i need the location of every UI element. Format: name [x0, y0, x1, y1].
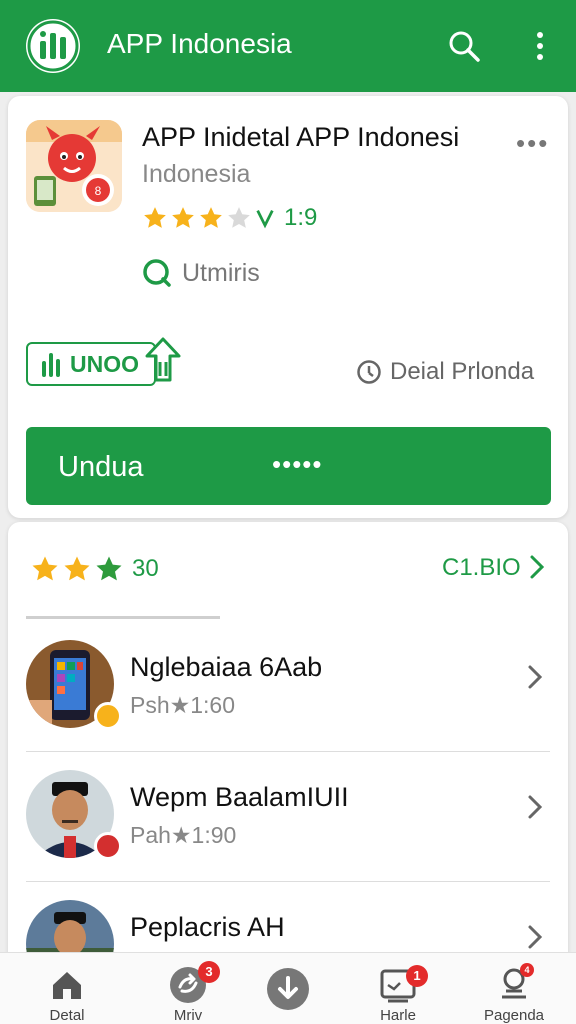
ratings-summary[interactable]: 30 C1.BIO: [8, 522, 568, 619]
chat-icon: [143, 259, 171, 287]
star-full-icon: [200, 207, 222, 228]
download-button-label: Unduа: [58, 451, 144, 483]
upload-arrow-icon: [144, 336, 182, 391]
nav-item-label: Pagenda: [483, 1007, 545, 1024]
avatar-badge-icon: [94, 702, 122, 730]
nav-item-label: Harle: [380, 1007, 416, 1024]
app-developer: Indonesia: [142, 160, 251, 188]
detail-link-label: Deial Prlonda: [390, 358, 535, 385]
nav-badge: 1: [406, 965, 428, 987]
nav-item-pagenda[interactable]: 4 Pagenda: [466, 961, 562, 1024]
app-badge-label: Utmiris: [182, 258, 260, 287]
chevron-right-icon: [528, 795, 543, 819]
list-item-title: Peplacris AH: [130, 912, 285, 942]
chevron-right-icon[interactable]: [526, 552, 548, 582]
app-info-card: 8 APP Inidetal APP Indonesi ••• Indonesi…: [8, 96, 568, 518]
download-icon: [267, 968, 309, 1010]
plant-icon: [42, 353, 60, 377]
ratings-list-card: 30 C1.BIO Nglebaiaa 6Aab Psh★1:60 Wepm B…: [8, 522, 568, 1024]
star-half-icon: [96, 556, 122, 581]
nav-item-label: Detal: [49, 1007, 85, 1024]
ratings-stars: 30: [30, 554, 159, 584]
search-icon[interactable]: [446, 28, 482, 64]
app-thumbnail-icon[interactable]: 8: [26, 120, 122, 212]
clock-icon: [357, 360, 381, 384]
list-item-subtitle: Psh★1:60: [130, 692, 236, 718]
home-icon: [53, 972, 81, 999]
nav-item-download[interactable]: [240, 961, 336, 1023]
nav-item-harle[interactable]: 1 Harle: [350, 961, 446, 1024]
avatar-badge-icon: [94, 832, 122, 860]
nav-badge: 3: [198, 961, 220, 983]
tab-underline: [26, 616, 220, 619]
chevron-right-icon: [528, 925, 543, 949]
list-item-title: Wepm BaalamIUII: [130, 782, 349, 812]
install-tag[interactable]: UNOO: [26, 342, 156, 386]
detail-link[interactable]: Deial Prlonda: [356, 358, 534, 386]
nav-item-label: Mriv: [173, 1007, 203, 1024]
bottom-navigation: Detal 3 Mriv 1 Harle 4 Pagenda: [0, 952, 576, 1024]
star-full-icon: [172, 207, 194, 228]
nav-badge: 4: [520, 963, 534, 977]
svg-text:8: 8: [95, 184, 102, 198]
ratings-value: 30: [132, 555, 159, 582]
app-badge: Utmiris: [142, 258, 260, 288]
nav-item-detal[interactable]: Detal: [19, 961, 115, 1024]
download-button[interactable]: Unduа •••••: [26, 427, 551, 505]
nav-item-mriv[interactable]: 3 Mriv: [140, 961, 236, 1024]
app-rating: 1:9: [142, 204, 317, 232]
list-item-subtitle: Pah★1:90: [130, 822, 237, 848]
star-full-icon: [144, 207, 166, 228]
list-item[interactable]: Wepm BaalamIUII Pah★1:90: [8, 752, 568, 882]
app-name: APP Inidetal APP Indonesi: [142, 122, 460, 152]
install-tag-label: UNOO: [70, 350, 139, 377]
app-rating-value: 1:9: [284, 204, 318, 231]
app-title: APP Indonesia: [107, 28, 292, 59]
chevron-right-icon: [528, 665, 543, 689]
list-item[interactable]: Nglebaiaa 6Aab Psh★1:60: [8, 622, 568, 752]
download-progress-dots: •••••: [272, 449, 323, 479]
star-green-icon: [256, 210, 274, 229]
list-item-title: Nglebaiaa 6Aab: [130, 652, 323, 682]
app-more-icon[interactable]: •••: [516, 128, 549, 159]
more-vert-icon[interactable]: [528, 28, 552, 64]
ratings-count: C1.BIO: [442, 554, 521, 581]
star-full-icon: [64, 556, 90, 581]
star-full-icon: [32, 556, 58, 581]
app-bar: APP Indonesia: [0, 0, 576, 92]
star-empty-icon: [228, 207, 250, 228]
app-logo-icon[interactable]: [26, 19, 80, 73]
